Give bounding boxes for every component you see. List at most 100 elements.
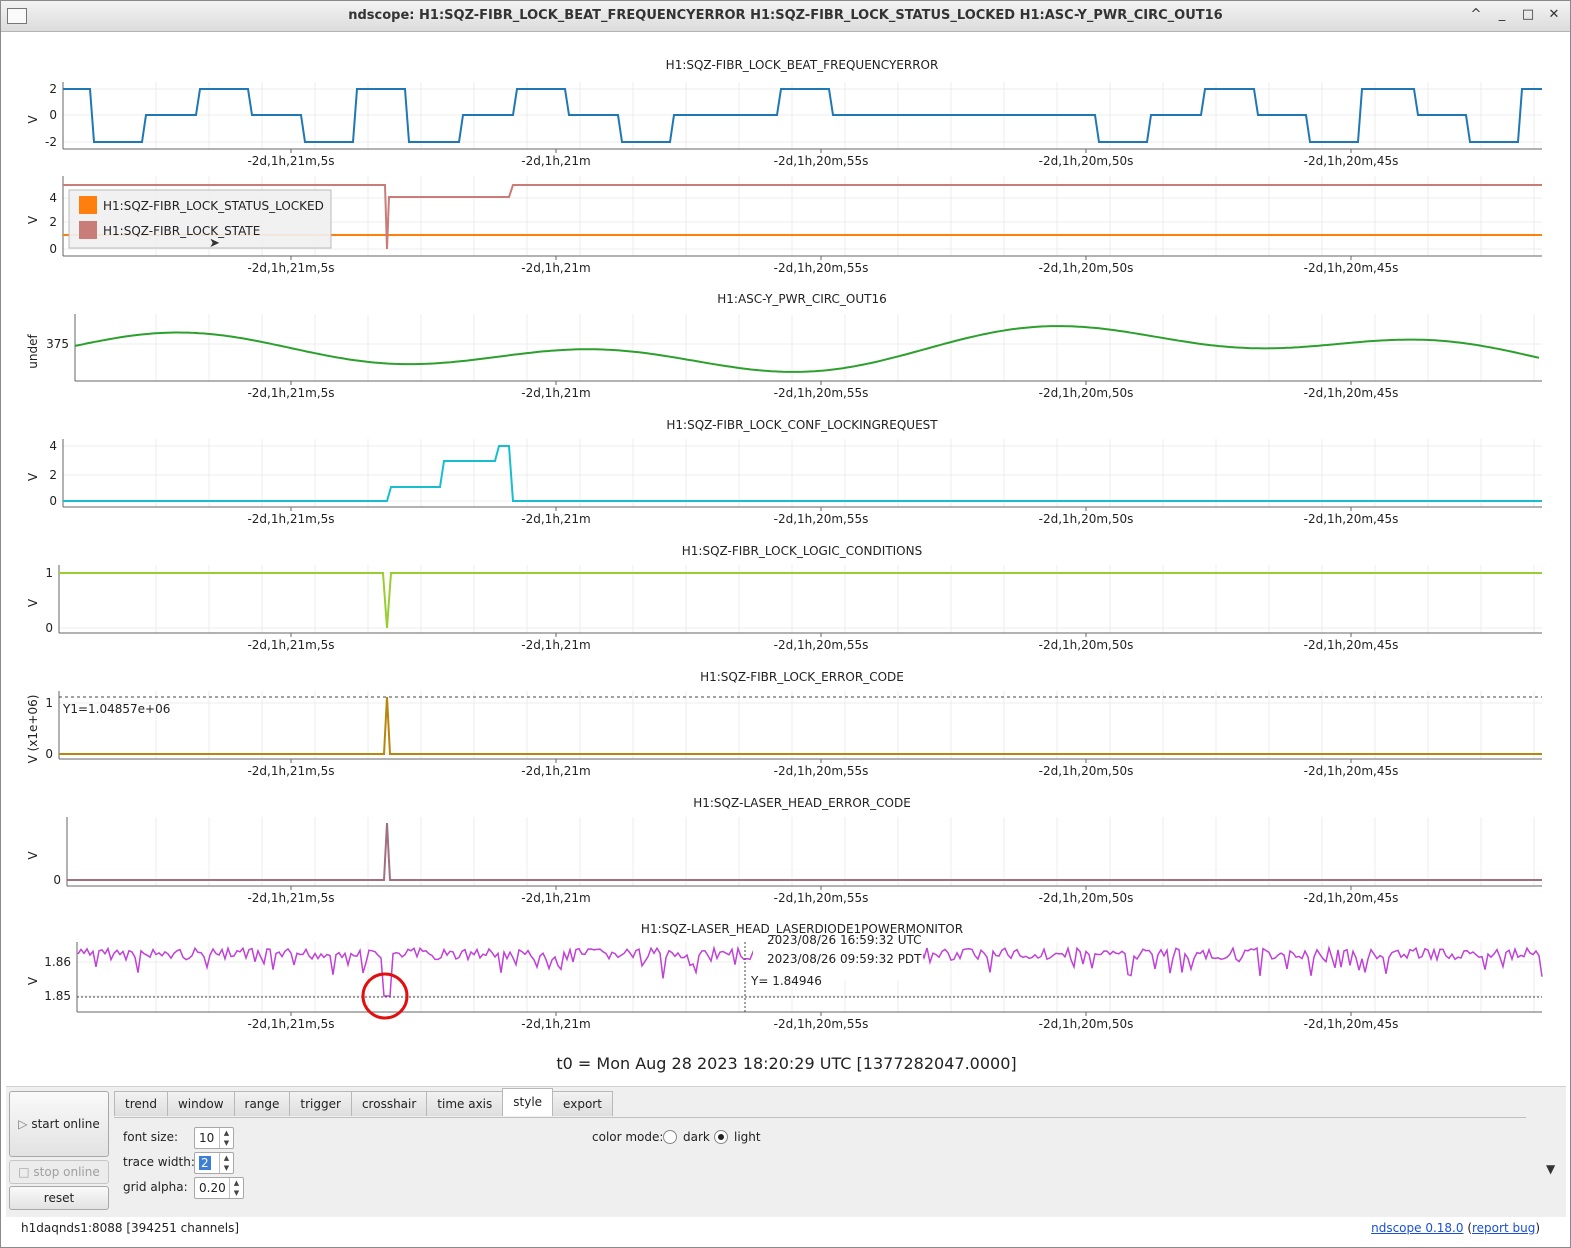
keep-above-button[interactable]: ^	[1468, 7, 1484, 23]
x-tick-label: -2d,1h,20m,55s	[774, 764, 869, 778]
color-mode-dark-label: dark	[683, 1130, 710, 1144]
grid-alpha-spinbox[interactable]: 0.20 ▲ ▼	[194, 1177, 244, 1199]
crosshair-utc-label: 2023/08/26 16:59:32 UTC	[767, 933, 921, 947]
crosshair-pdt-label: 2023/08/26 09:59:32 PDT	[767, 952, 922, 966]
font-size-spinbox[interactable]: 10 ▲ ▼	[194, 1127, 234, 1149]
color-mode-light-label: light	[734, 1130, 761, 1144]
x-tick-label: -2d,1h,21m	[521, 764, 590, 778]
plot-title: H1:ASC-Y_PWR_CIRC_OUT16	[717, 292, 886, 306]
x-tick-label: -2d,1h,20m,55s	[774, 638, 869, 652]
y-tick-label: 0	[53, 873, 61, 887]
tab-window[interactable]: window	[166, 1091, 235, 1116]
x-tick-label: -2d,1h,21m	[521, 261, 590, 275]
x-tick-label: -2d,1h,21m	[521, 512, 590, 526]
x-tick-label: -2d,1h,21m	[521, 638, 590, 652]
tab-time-axis[interactable]: time axis	[426, 1091, 504, 1116]
x-tick-label: -2d,1h,21m,5s	[247, 154, 334, 168]
stop-online-button[interactable]: □ stop online	[9, 1160, 109, 1184]
y-tick-label: 0	[49, 242, 57, 256]
y-tick-label: 0	[49, 108, 57, 122]
y-tick-label: 4	[49, 191, 57, 205]
maximize-button[interactable]: □	[1520, 7, 1536, 23]
stop-icon: □	[18, 1165, 34, 1179]
x-tick-label: -2d,1h,20m,50s	[1039, 891, 1134, 905]
tab-style[interactable]: style	[502, 1088, 554, 1116]
report-bug-link[interactable]: report bug	[1472, 1221, 1535, 1235]
x-tick-label: -2d,1h,20m,45s	[1304, 1017, 1399, 1031]
x-tick-label: -2d,1h,21m,5s	[247, 512, 334, 526]
version-link[interactable]: ndscope 0.18.0	[1371, 1221, 1463, 1235]
legend-label: H1:SQZ-FIBR_LOCK_STATUS_LOCKED	[103, 199, 324, 213]
x-tick-label: -2d,1h,20m,55s	[774, 386, 869, 400]
tab-export[interactable]: export	[552, 1091, 613, 1116]
y-axis-label: V (x1e+06)	[26, 695, 40, 764]
x-tick-label: -2d,1h,21m	[521, 386, 590, 400]
spin-arrows-icon[interactable]: ▲ ▼	[219, 1128, 233, 1148]
x-tick-label: -2d,1h,21m,5s	[247, 1017, 334, 1031]
mouse-cursor-icon: ➤	[209, 236, 220, 251]
close-button[interactable]: ✕	[1546, 7, 1562, 23]
y-tick-label: -2	[45, 135, 57, 149]
x-tick-label: -2d,1h,20m,45s	[1304, 891, 1399, 905]
x-tick-label: -2d,1h,21m,5s	[247, 891, 334, 905]
y-tick-label: 1.86	[44, 955, 71, 969]
window-title: ndscope: H1:SQZ-FIBR_LOCK_BEAT_FREQUENCY…	[348, 8, 1223, 23]
y-axis-label: undef	[26, 334, 40, 369]
y1-marker-label: Y1=1.04857e+06	[62, 702, 170, 716]
y-axis-label: V	[26, 598, 40, 607]
x-tick-label: -2d,1h,20m,55s	[774, 1017, 869, 1031]
x-tick-label: -2d,1h,20m,45s	[1304, 764, 1399, 778]
x-tick-label: -2d,1h,21m	[521, 891, 590, 905]
plot-area[interactable]: H1:SQZ-FIBR_LOCK_BEAT_FREQUENCYERRORV20-…	[1, 31, 1570, 1051]
x-tick-label: -2d,1h,21m	[521, 1017, 590, 1031]
x-tick-label: -2d,1h,20m,45s	[1304, 512, 1399, 526]
x-tick-label: -2d,1h,20m,55s	[774, 154, 869, 168]
minimize-button[interactable]: _	[1494, 7, 1510, 23]
x-tick-label: -2d,1h,20m,55s	[774, 512, 869, 526]
y-axis-label: V	[26, 851, 40, 860]
y-axis-label: V	[26, 976, 40, 985]
x-tick-label: -2d,1h,20m,50s	[1039, 386, 1134, 400]
x-tick-label: -2d,1h,20m,50s	[1039, 638, 1134, 652]
style-tab-panel: font size: 10 ▲ ▼ trace width: 2 ▲ ▼ grid …	[114, 1117, 1526, 1214]
crosshair-y-label: Y= 1.84946	[750, 974, 822, 988]
trace-width-label: trace width:	[123, 1155, 195, 1169]
tab-trigger[interactable]: trigger	[289, 1091, 352, 1116]
color-mode-light-radio[interactable]	[714, 1130, 728, 1144]
x-tick-label: -2d,1h,20m,45s	[1304, 261, 1399, 275]
font-size-label: font size:	[123, 1130, 179, 1144]
t0-label: t0 = Mon Aug 28 2023 18:20:29 UTC [13772…	[556, 1054, 1017, 1073]
plot-title: H1:SQZ-FIBR_LOCK_ERROR_CODE	[700, 670, 904, 684]
tab-range[interactable]: range	[233, 1091, 291, 1116]
status-bar: h1daqnds1:8088 [394251 channels] ndscope…	[1, 1216, 1570, 1246]
spin-arrows-icon[interactable]: ▲ ▼	[219, 1153, 233, 1173]
legend-swatch	[79, 196, 97, 214]
play-icon: ▷	[18, 1117, 32, 1131]
y-tick-label: 2	[49, 82, 57, 96]
x-tick-label: -2d,1h,21m,5s	[247, 638, 334, 652]
expand-arrow-icon[interactable]: ▼	[1546, 1162, 1555, 1176]
legend-label: H1:SQZ-FIBR_LOCK_STATE	[103, 224, 260, 238]
y-tick-label: 4	[49, 439, 57, 453]
error-code-trace	[59, 696, 1542, 755]
x-tick-label: -2d,1h,21m,5s	[247, 764, 334, 778]
y-tick-label: 0	[45, 747, 53, 761]
color-mode-dark-radio[interactable]	[663, 1130, 677, 1144]
error-code-trace	[67, 822, 1542, 881]
reset-button[interactable]: reset	[9, 1186, 109, 1210]
tab-trend[interactable]: trend	[114, 1091, 168, 1116]
trace-width-spinbox[interactable]: 2 ▲ ▼	[194, 1152, 234, 1174]
x-tick-label: -2d,1h,21m,5s	[247, 261, 334, 275]
spin-arrows-icon[interactable]: ▲ ▼	[229, 1178, 243, 1198]
logic-conditions-trace	[59, 572, 1542, 629]
tab-crosshair[interactable]: crosshair	[350, 1091, 428, 1116]
y-tick-label: 0	[45, 621, 53, 635]
start-online-button[interactable]: ▷ start online	[9, 1091, 109, 1157]
y-axis-label: V	[26, 215, 40, 224]
y-axis-label: V	[26, 472, 40, 481]
x-tick-label: -2d,1h,20m,45s	[1304, 386, 1399, 400]
x-tick-label: -2d,1h,20m,55s	[774, 261, 869, 275]
x-tick-label: -2d,1h,20m,50s	[1039, 261, 1134, 275]
ndscope-window: ndscope: H1:SQZ-FIBR_LOCK_BEAT_FREQUENCY…	[0, 0, 1571, 1248]
y-tick-label: 2	[49, 468, 57, 482]
